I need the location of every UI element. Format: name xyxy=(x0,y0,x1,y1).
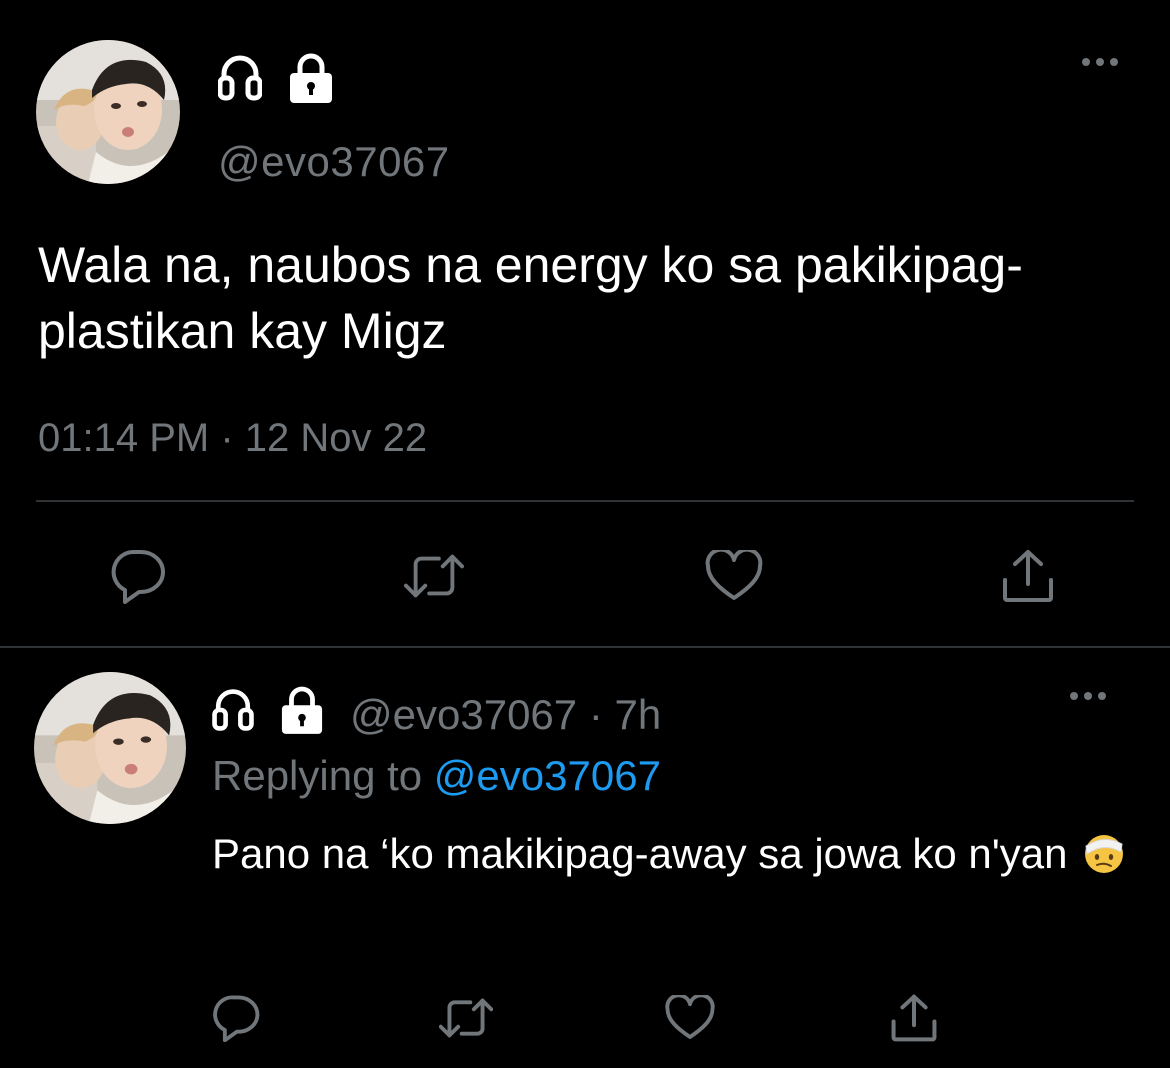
reply-text: Pano na ‘ko makikipag-away sa jowa ko n'… xyxy=(212,822,1142,886)
reply-icon[interactable] xyxy=(208,990,264,1046)
headphones-icon xyxy=(217,52,263,109)
reply-meta: @evo37067 · 7h xyxy=(350,691,661,739)
avatar-photo xyxy=(36,40,180,184)
avatar[interactable] xyxy=(34,672,186,824)
retweet-icon[interactable] xyxy=(404,546,464,606)
reply-handle[interactable]: @evo37067 xyxy=(350,691,577,738)
face-with-head-bandage-emoji xyxy=(1083,828,1125,873)
lock-icon xyxy=(280,686,324,744)
share-icon[interactable] xyxy=(998,546,1058,606)
reply-icon[interactable] xyxy=(108,546,168,606)
headphones-icon xyxy=(212,686,254,744)
avatar-photo xyxy=(34,672,186,824)
like-icon[interactable] xyxy=(662,990,718,1046)
retweet-icon[interactable] xyxy=(438,990,494,1046)
divider xyxy=(36,500,1134,502)
more-icon[interactable] xyxy=(1070,692,1106,700)
meta-separator: · xyxy=(577,691,615,738)
reply-header: @evo37067 · 7h xyxy=(212,686,661,744)
avatar[interactable] xyxy=(36,40,180,184)
user-badges xyxy=(217,52,334,109)
tweet-timestamp[interactable]: 01:14 PM · 12 Nov 22 xyxy=(38,416,427,461)
replying-mention[interactable]: @evo37067 xyxy=(434,752,661,799)
user-handle[interactable]: @evo37067 xyxy=(218,138,450,186)
tweet-text: Wala na, naubos na energy ko sa pakikipa… xyxy=(38,237,1023,359)
replying-prefix: Replying to xyxy=(212,752,434,799)
reply-text-body: Pano na ‘ko makikipag-away sa jowa ko n'… xyxy=(212,830,1068,877)
more-icon[interactable] xyxy=(1082,58,1118,66)
lock-icon xyxy=(288,53,334,108)
like-icon[interactable] xyxy=(704,546,764,606)
replying-to: Replying to @evo37067 xyxy=(212,752,661,800)
share-icon[interactable] xyxy=(886,990,942,1046)
divider xyxy=(0,646,1170,648)
reply-age[interactable]: 7h xyxy=(614,691,661,738)
